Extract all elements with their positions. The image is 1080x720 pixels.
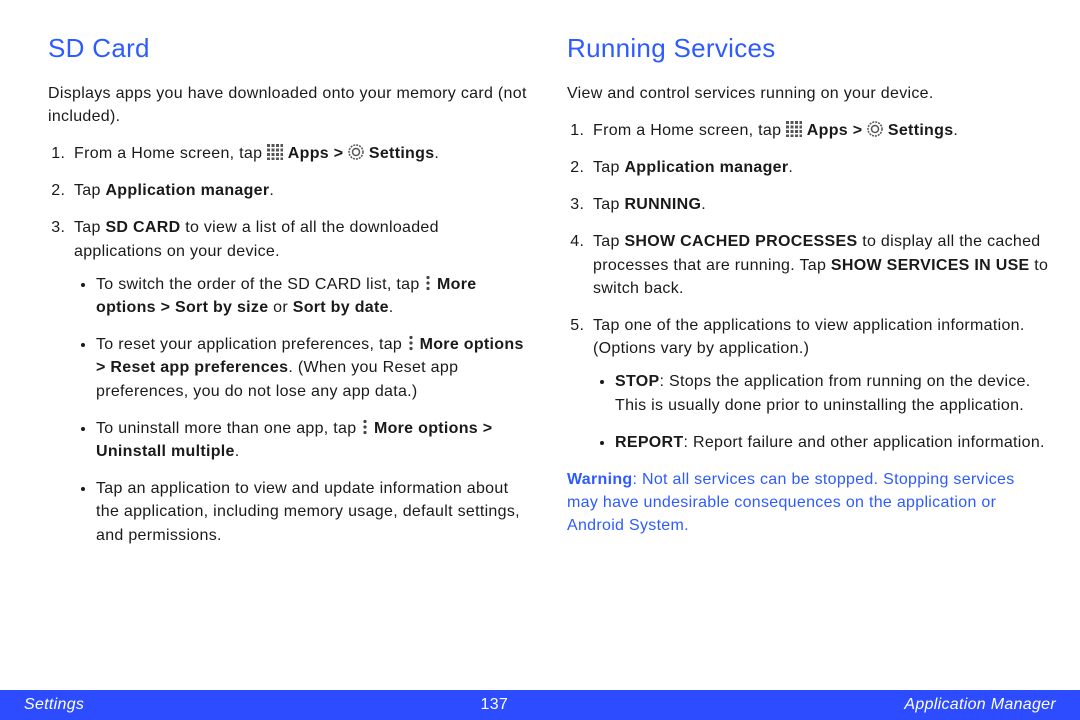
step-3: Tap SD CARD to view a list of all the do… <box>70 216 531 546</box>
text: Tap <box>593 196 624 213</box>
step-2: Tap Application manager. <box>70 179 531 202</box>
running-services-steps: From a Home screen, tap Apps > Settings.… <box>567 119 1050 454</box>
settings-label: Settings <box>888 122 954 139</box>
apps-label: Apps > <box>807 122 867 139</box>
bullet-report: REPORT: Report failure and other applica… <box>615 431 1050 454</box>
page-body: SD Card Displays apps you have downloade… <box>0 0 1080 660</box>
text: Tap <box>593 233 624 250</box>
footer-page-number: 137 <box>481 696 509 714</box>
text: To uninstall more than one app, tap <box>96 420 361 437</box>
report-label: REPORT <box>615 434 683 451</box>
text: . <box>701 196 706 213</box>
bullet-uninstall: To uninstall more than one app, tap More… <box>96 417 531 463</box>
step-2: Tap Application manager. <box>589 156 1050 179</box>
footer-left: Settings <box>24 696 84 714</box>
settings-icon <box>348 144 364 160</box>
text: . <box>434 145 439 162</box>
text: Tap one of the applications to view appl… <box>593 317 1025 357</box>
warning-label: Warning <box>567 471 633 488</box>
text: To reset your application preferences, t… <box>96 336 407 353</box>
settings-icon <box>867 121 883 137</box>
app-manager-label: Application manager <box>105 182 269 199</box>
more-options-icon <box>361 419 369 435</box>
text: . <box>788 159 793 176</box>
bullet-sort: To switch the order of the SD CARD list,… <box>96 273 531 319</box>
text: From a Home screen, tap <box>593 122 786 139</box>
sd-card-heading: SD Card <box>48 30 531 68</box>
text: From a Home screen, tap <box>74 145 267 162</box>
text: : Report failure and other application i… <box>683 434 1044 451</box>
running-services-heading: Running Services <box>567 30 1050 68</box>
text: . <box>269 182 274 199</box>
more-options-icon <box>424 275 432 291</box>
step-1: From a Home screen, tap Apps > Settings. <box>589 119 1050 142</box>
settings-label: Settings <box>369 145 435 162</box>
text: : Stops the application from running on … <box>615 373 1031 413</box>
app-manager-label: Application manager <box>624 159 788 176</box>
text: . <box>235 443 240 460</box>
sd-card-steps: From a Home screen, tap Apps > Settings.… <box>48 142 531 547</box>
more-options-icon <box>407 335 415 351</box>
bullet-stop: STOP: Stops the application from running… <box>615 370 1050 416</box>
right-column: Running Services View and control servic… <box>567 30 1050 660</box>
text: or <box>268 299 292 316</box>
step-1: From a Home screen, tap Apps > Settings. <box>70 142 531 165</box>
sd-card-label: SD CARD <box>105 219 180 236</box>
text: . <box>389 299 394 316</box>
text: To switch the order of the SD CARD list,… <box>96 276 424 293</box>
step-3: Tap RUNNING. <box>589 193 1050 216</box>
left-column: SD Card Displays apps you have downloade… <box>48 30 531 660</box>
show-cached-label: SHOW CACHED PROCESSES <box>624 233 857 250</box>
running-services-intro: View and control services running on you… <box>567 82 1050 105</box>
running-label: RUNNING <box>624 196 701 213</box>
text: Tap <box>74 182 105 199</box>
text: Tap <box>593 159 624 176</box>
warning-text: Warning: Not all services can be stopped… <box>567 468 1050 538</box>
sd-card-intro: Displays apps you have downloaded onto y… <box>48 82 531 128</box>
apps-icon <box>267 144 283 160</box>
footer-right: Application Manager <box>904 696 1056 714</box>
bullet-tap-app: Tap an application to view and update in… <box>96 477 531 547</box>
text: . <box>953 122 958 139</box>
step-5: Tap one of the applications to view appl… <box>589 314 1050 454</box>
text: Tap <box>74 219 105 236</box>
bullet-reset: To reset your application preferences, t… <box>96 333 531 403</box>
sort-by-date-label: Sort by date <box>293 299 389 316</box>
sd-card-sublist: To switch the order of the SD CARD list,… <box>74 273 531 547</box>
stop-label: STOP <box>615 373 659 390</box>
running-sublist: STOP: Stops the application from running… <box>593 370 1050 454</box>
text: : Not all services can be stopped. Stopp… <box>567 471 1015 534</box>
apps-icon <box>786 121 802 137</box>
page-footer: Settings 137 Application Manager <box>0 690 1080 720</box>
show-services-label: SHOW SERVICES IN USE <box>831 257 1030 274</box>
apps-label: Apps > <box>288 145 348 162</box>
step-4: Tap SHOW CACHED PROCESSES to display all… <box>589 230 1050 300</box>
